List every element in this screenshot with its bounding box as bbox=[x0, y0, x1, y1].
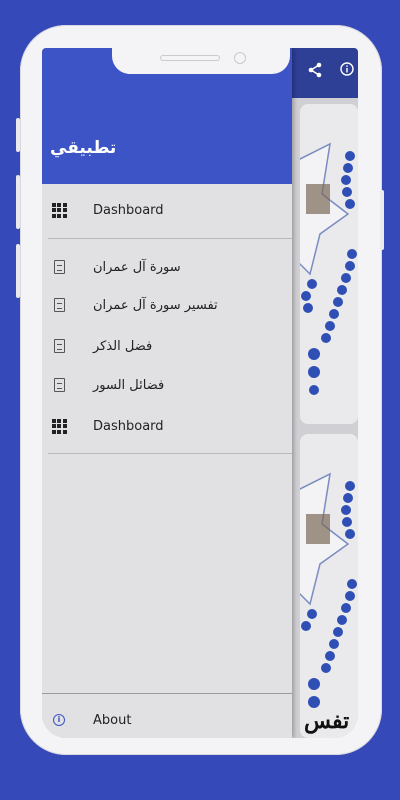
drawer-item-label: فضائل السور bbox=[93, 377, 165, 393]
drawer-item-tafsir[interactable]: تفسير سورة آل عمران bbox=[42, 285, 292, 325]
content-card[interactable] bbox=[300, 104, 358, 424]
navigation-drawer: تطبيقي Dashboard سورة آل عمران تفسير سور… bbox=[42, 48, 292, 738]
drawer-item-label: Dashboard bbox=[93, 418, 164, 434]
prayer-beads-image bbox=[300, 142, 357, 395]
file-icon bbox=[51, 297, 67, 313]
file-icon bbox=[51, 338, 67, 354]
phone-side-button bbox=[380, 190, 384, 250]
drawer-item-label: فضل الذكر bbox=[93, 338, 153, 354]
info-icon: i bbox=[51, 712, 67, 728]
drawer-item-fadail-al-suwar[interactable]: فضائل السور bbox=[42, 365, 292, 405]
file-icon bbox=[51, 377, 67, 393]
grid-icon bbox=[51, 418, 67, 434]
phone-screen: تفس تطبيقي Dashboard سورة آل عمران تفسير… bbox=[42, 48, 358, 738]
drawer-title: تطبيقي bbox=[50, 138, 117, 158]
drawer-item-label: About bbox=[93, 712, 132, 728]
divider bbox=[42, 693, 292, 694]
info-icon[interactable] bbox=[340, 62, 354, 80]
drawer-item-surah-al-imran[interactable]: سورة آل عمران bbox=[42, 247, 292, 287]
drawer-item-label: تفسير سورة آل عمران bbox=[93, 297, 218, 313]
drawer-item-label: سورة آل عمران bbox=[93, 259, 181, 275]
phone-side-button bbox=[16, 175, 20, 229]
app-bar bbox=[292, 48, 358, 98]
drawer-item-label: Dashboard bbox=[93, 202, 164, 218]
divider bbox=[48, 238, 292, 239]
grid-icon bbox=[51, 202, 67, 218]
content-card[interactable]: تفس bbox=[300, 434, 358, 738]
drawer-item-dashboard[interactable]: Dashboard bbox=[42, 190, 292, 230]
drawer-item-about[interactable]: i About bbox=[42, 700, 292, 738]
app-content: تفس bbox=[292, 48, 358, 738]
phone-side-button bbox=[16, 244, 20, 298]
content-caption: تفس bbox=[304, 708, 350, 734]
file-icon bbox=[51, 259, 67, 275]
drawer-item-fadl-al-dhikr[interactable]: فضل الذكر bbox=[42, 326, 292, 366]
phone-notch bbox=[112, 48, 290, 74]
phone-side-button bbox=[16, 118, 20, 152]
share-icon[interactable] bbox=[308, 62, 322, 82]
drawer-item-dashboard-2[interactable]: Dashboard bbox=[42, 406, 292, 446]
prayer-beads-image bbox=[300, 472, 357, 708]
phone-speaker bbox=[160, 55, 220, 61]
divider bbox=[48, 453, 292, 454]
phone-camera bbox=[234, 52, 246, 64]
